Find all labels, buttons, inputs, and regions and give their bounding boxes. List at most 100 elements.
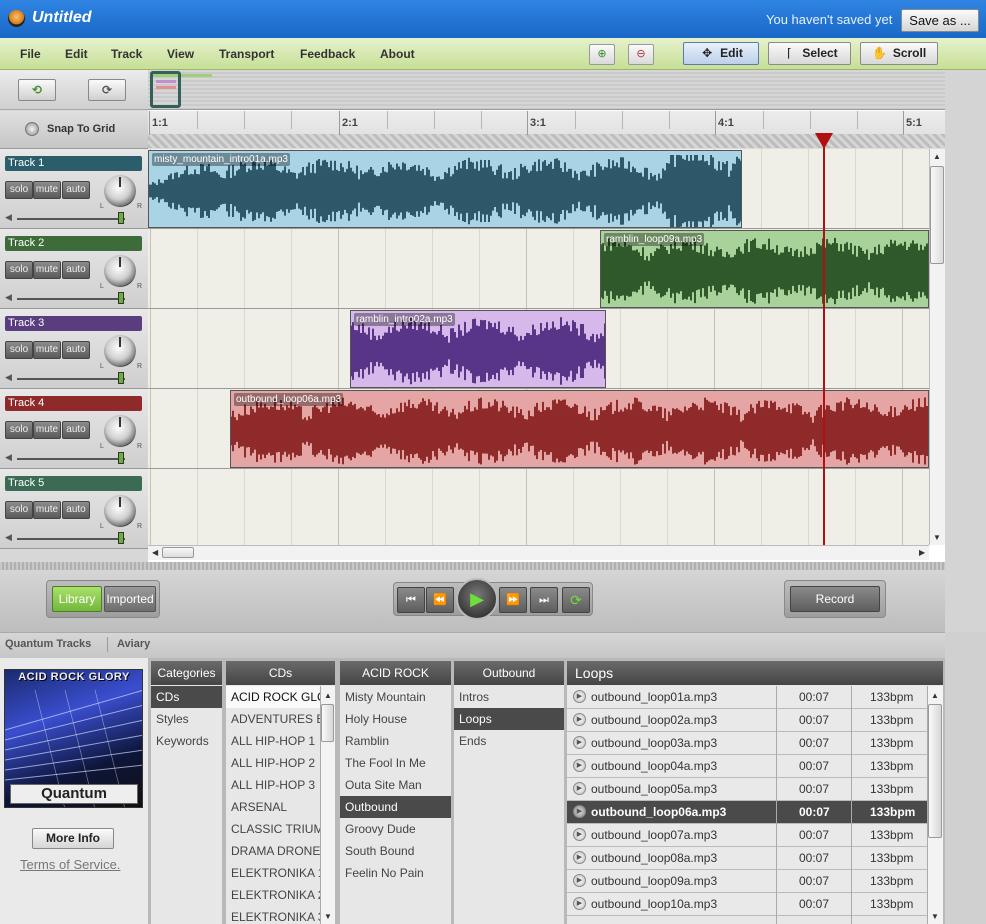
menu-transport[interactable]: Transport xyxy=(219,47,274,61)
library-button[interactable]: Library xyxy=(52,586,102,612)
play-preview-icon[interactable]: ▶ xyxy=(573,736,586,749)
cd-item[interactable]: ADVENTURES BE xyxy=(226,708,320,730)
scroll-right-icon[interactable]: ▶ xyxy=(919,548,925,557)
select-mode-button[interactable]: ⌈ Select xyxy=(768,42,851,65)
volume-slider-thumb[interactable] xyxy=(118,452,124,464)
loop-row[interactable]: ▶ outbound_loop03a.mp3 00:07 133bpm xyxy=(567,732,927,755)
scroll-up-icon[interactable]: ▲ xyxy=(933,152,941,161)
loop-row[interactable]: ▶ outbound_loop07a.mp3 00:07 133bpm xyxy=(567,824,927,847)
play-preview-icon[interactable]: ▶ xyxy=(573,782,586,795)
auto-button[interactable]: auto xyxy=(62,261,90,279)
song-item[interactable]: Ramblin xyxy=(340,730,451,752)
mute-button[interactable]: mute xyxy=(33,421,61,439)
section-item[interactable]: Loops xyxy=(454,708,564,730)
tracks-horizontal-thumb[interactable] xyxy=(162,547,194,558)
overview-viewport-handle[interactable] xyxy=(150,71,181,108)
loop-row[interactable]: ▶ outbound_loop01a.mp3 00:07 133bpm xyxy=(567,686,927,709)
song-item[interactable]: Holy House xyxy=(340,708,451,730)
cd-item[interactable]: ELEKTRONIKA 2 xyxy=(226,884,320,906)
volume-slider-thumb[interactable] xyxy=(118,532,124,544)
cd-item[interactable]: DRAMA DRONES xyxy=(226,840,320,862)
playhead-marker[interactable] xyxy=(815,133,833,149)
auto-button[interactable]: auto xyxy=(62,421,90,439)
loop-row[interactable]: ▶ outbound_loop02a.mp3 00:07 133bpm xyxy=(567,709,927,732)
imported-button[interactable]: Imported xyxy=(104,586,156,612)
tracks-vertical-thumb[interactable] xyxy=(930,166,944,264)
rewind-icon[interactable]: ⏪ xyxy=(426,587,454,613)
song-item[interactable]: Misty Mountain xyxy=(340,686,451,708)
track-name[interactable]: Track 4 xyxy=(5,396,142,411)
menu-feedback[interactable]: Feedback xyxy=(300,47,355,61)
loop-row[interactable]: ▶ outbound_loop10a.mp3 00:07 133bpm xyxy=(567,893,927,916)
play-preview-icon[interactable]: ▶ xyxy=(573,690,586,703)
category-item[interactable]: CDs xyxy=(151,686,222,708)
play-icon[interactable]: ▶ xyxy=(456,578,498,620)
loop-row[interactable]: ▶ outbound_loop08a.mp3 00:07 133bpm xyxy=(567,847,927,870)
loops-scroll-down-icon[interactable]: ▼ xyxy=(931,912,939,921)
volume-slider-thumb[interactable] xyxy=(118,292,124,304)
loops-scroll-up-icon[interactable]: ▲ xyxy=(931,691,939,700)
play-preview-icon[interactable]: ▶ xyxy=(573,713,586,726)
menu-edit[interactable]: Edit xyxy=(65,47,88,61)
provider-quantum-tracks[interactable]: Quantum Tracks xyxy=(5,638,91,650)
scroll-left-icon[interactable]: ◀ xyxy=(152,548,158,557)
record-button[interactable]: Record xyxy=(790,586,880,612)
undo-icon[interactable]: ⟲ xyxy=(18,79,56,101)
cds-scroll-thumb[interactable] xyxy=(321,704,334,742)
mute-button[interactable]: mute xyxy=(33,181,61,199)
category-item[interactable]: Styles xyxy=(151,708,222,730)
solo-button[interactable]: solo xyxy=(5,501,33,519)
zoom-in-icon[interactable]: ⊕ xyxy=(589,44,615,65)
cd-item[interactable]: ALL HIP-HOP 2 xyxy=(226,752,320,774)
more-info-button[interactable]: More Info xyxy=(32,828,114,849)
menu-file[interactable]: File xyxy=(20,47,41,61)
song-item[interactable]: South Bound xyxy=(340,840,451,862)
skip-forward-icon[interactable]: ⏭ xyxy=(530,587,558,613)
song-item[interactable]: The Fool In Me xyxy=(340,752,451,774)
category-item[interactable]: Keywords xyxy=(151,730,222,752)
song-item[interactable]: Groovy Dude xyxy=(340,818,451,840)
loop-row[interactable]: ▶ outbound_loop05a.mp3 00:07 133bpm xyxy=(567,778,927,801)
edit-mode-button[interactable]: ✥ Edit xyxy=(683,42,759,65)
mute-button[interactable]: mute xyxy=(33,261,61,279)
section-item[interactable]: Ends xyxy=(454,730,564,752)
menu-track[interactable]: Track xyxy=(111,47,142,61)
mute-button[interactable]: mute xyxy=(33,341,61,359)
volume-slider-track[interactable] xyxy=(17,538,125,540)
cd-item[interactable]: CLASSIC TRIUMP xyxy=(226,818,320,840)
cd-item[interactable]: ALL HIP-HOP 3 xyxy=(226,774,320,796)
fast-forward-icon[interactable]: ⏩ xyxy=(499,587,527,613)
timeline-overview[interactable] xyxy=(148,70,945,110)
cd-item[interactable]: ACID ROCK GLOR xyxy=(226,686,320,708)
auto-button[interactable]: auto xyxy=(62,341,90,359)
song-item[interactable]: Outa Site Man xyxy=(340,774,451,796)
volume-slider-track[interactable] xyxy=(17,458,125,460)
auto-button[interactable]: auto xyxy=(62,501,90,519)
scroll-mode-button[interactable]: ✋ Scroll xyxy=(860,42,938,65)
cd-item[interactable]: ELEKTRONIKA 3 xyxy=(226,906,320,924)
solo-button[interactable]: solo xyxy=(5,421,33,439)
cd-item[interactable]: ARSENAL xyxy=(226,796,320,818)
solo-button[interactable]: solo xyxy=(5,261,33,279)
play-preview-icon[interactable]: ▶ xyxy=(573,759,586,772)
loop-row[interactable]: ▶ outbound_loop06a.mp3 00:07 133bpm xyxy=(567,801,927,824)
volume-slider-thumb[interactable] xyxy=(118,372,124,384)
save-as-button[interactable]: Save as ... xyxy=(901,9,979,32)
auto-button[interactable]: auto xyxy=(62,181,90,199)
cd-item[interactable]: ELEKTRONIKA 1 xyxy=(226,862,320,884)
volume-slider-track[interactable] xyxy=(17,378,125,380)
play-preview-icon[interactable]: ▶ xyxy=(573,874,586,887)
song-item[interactable]: Feelin No Pain xyxy=(340,862,451,884)
loops-scroll-thumb[interactable] xyxy=(928,704,942,838)
track-name[interactable]: Track 3 xyxy=(5,316,142,331)
menu-about[interactable]: About xyxy=(380,47,415,61)
provider-aviary[interactable]: Aviary xyxy=(117,638,150,650)
song-item[interactable]: Outbound xyxy=(340,796,451,818)
mute-button[interactable]: mute xyxy=(33,501,61,519)
cd-item[interactable]: ALL HIP-HOP 1 xyxy=(226,730,320,752)
track-name[interactable]: Track 5 xyxy=(5,476,142,491)
audio-clip[interactable]: ramblin_loop09a.mp3 xyxy=(600,230,929,308)
play-preview-icon[interactable]: ▶ xyxy=(573,805,586,818)
zoom-out-icon[interactable]: ⊖ xyxy=(628,44,654,65)
play-preview-icon[interactable]: ▶ xyxy=(573,897,586,910)
